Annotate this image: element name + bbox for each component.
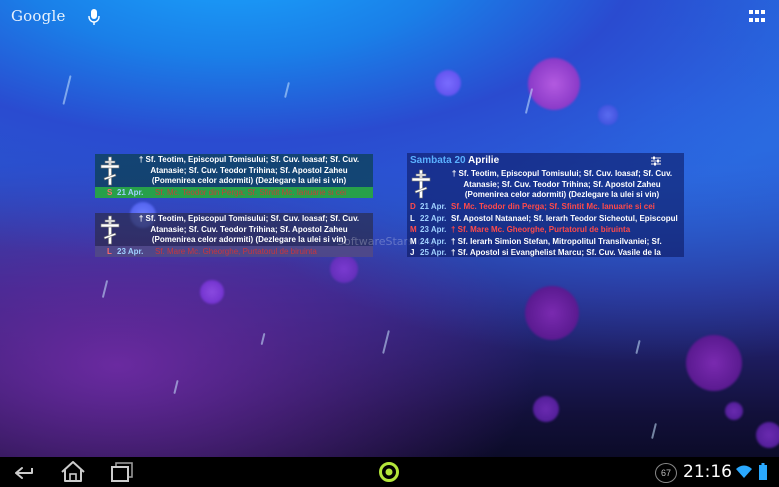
- wifi-icon[interactable]: [736, 465, 752, 479]
- day-letter: L: [107, 247, 112, 256]
- next-day-bar: S 21 Apr. Sf. Mc. Teodor din Perga; Sf. …: [95, 187, 373, 198]
- saints-text: † Sf. Teotim, Episcopul Tomisului; Sf. C…: [138, 214, 360, 244]
- list-item[interactable]: M 24 Apr. † Sf. Ierarh Simion Stefan, Mi…: [407, 236, 684, 247]
- saints-text: † Sf. Teotim, Episcopul Tomisului; Sf. C…: [138, 155, 360, 185]
- battery-icon[interactable]: [759, 463, 767, 480]
- bokeh-light: [533, 396, 559, 422]
- list-item[interactable]: D 21 Apr. Sf. Mc. Teodor din Perga; Sf. …: [407, 201, 684, 212]
- bokeh-light: [725, 402, 743, 420]
- calendar-widget-large[interactable]: Sambata 20 Aprilie † Sf. Teotim, Episcop…: [407, 153, 684, 257]
- day-saints: Sf. Mare Mc. Gheorghe, Purtatorul de bir…: [155, 247, 317, 256]
- back-icon[interactable]: [4, 457, 44, 487]
- bokeh-light: [200, 280, 224, 304]
- bokeh-light: [756, 422, 779, 448]
- next-day-bar: L 23 Apr. Sf. Mare Mc. Gheorghe, Purtato…: [95, 246, 373, 257]
- launcher-ring-icon[interactable]: [378, 461, 400, 483]
- google-search-label[interactable]: Google: [11, 7, 66, 25]
- list-item[interactable]: J 25 Apr. † Sf. Apostol si Evanghelist M…: [407, 247, 684, 258]
- widget-title: Sambata 20 Aprilie: [410, 155, 500, 166]
- bokeh-light: [598, 105, 618, 125]
- orthodox-cross-icon: [100, 215, 120, 245]
- mic-icon[interactable]: [87, 9, 101, 26]
- bokeh-light: [525, 286, 579, 340]
- orthodox-cross-icon: [100, 156, 120, 186]
- clock[interactable]: 21:16: [683, 462, 732, 482]
- bokeh-light: [330, 255, 358, 283]
- day-letter: S: [107, 188, 113, 197]
- saints-text: † Sf. Teotim, Episcopul Tomisului; Sf. C…: [451, 169, 673, 199]
- calendar-widget-small[interactable]: † Sf. Teotim, Episcopul Tomisului; Sf. C…: [95, 154, 373, 198]
- list-item[interactable]: M 23 Apr. † Sf. Mare Mc. Gheorghe, Purta…: [407, 224, 684, 235]
- notification-badge[interactable]: 67: [655, 463, 677, 483]
- orthodox-cross-icon: [411, 169, 431, 199]
- calendar-widget-small[interactable]: † Sf. Teotim, Episcopul Tomisului; Sf. C…: [95, 213, 373, 257]
- bokeh-light: [435, 70, 461, 96]
- list-item[interactable]: L 22 Apr. Sf. Apostol Natanael; Sf. Iera…: [407, 213, 684, 224]
- bokeh-light: [528, 58, 580, 110]
- apps-grid-icon[interactable]: [749, 10, 765, 24]
- recents-icon[interactable]: [102, 457, 142, 487]
- settings-icon[interactable]: [650, 155, 662, 167]
- bokeh-light: [686, 335, 742, 391]
- home-icon[interactable]: [53, 457, 93, 487]
- day-saints: Sf. Mc. Teodor din Perga; Sf. Sfintit Mc…: [155, 188, 347, 197]
- day-date: 21 Apr.: [117, 188, 144, 197]
- day-date: 23 Apr.: [117, 247, 144, 256]
